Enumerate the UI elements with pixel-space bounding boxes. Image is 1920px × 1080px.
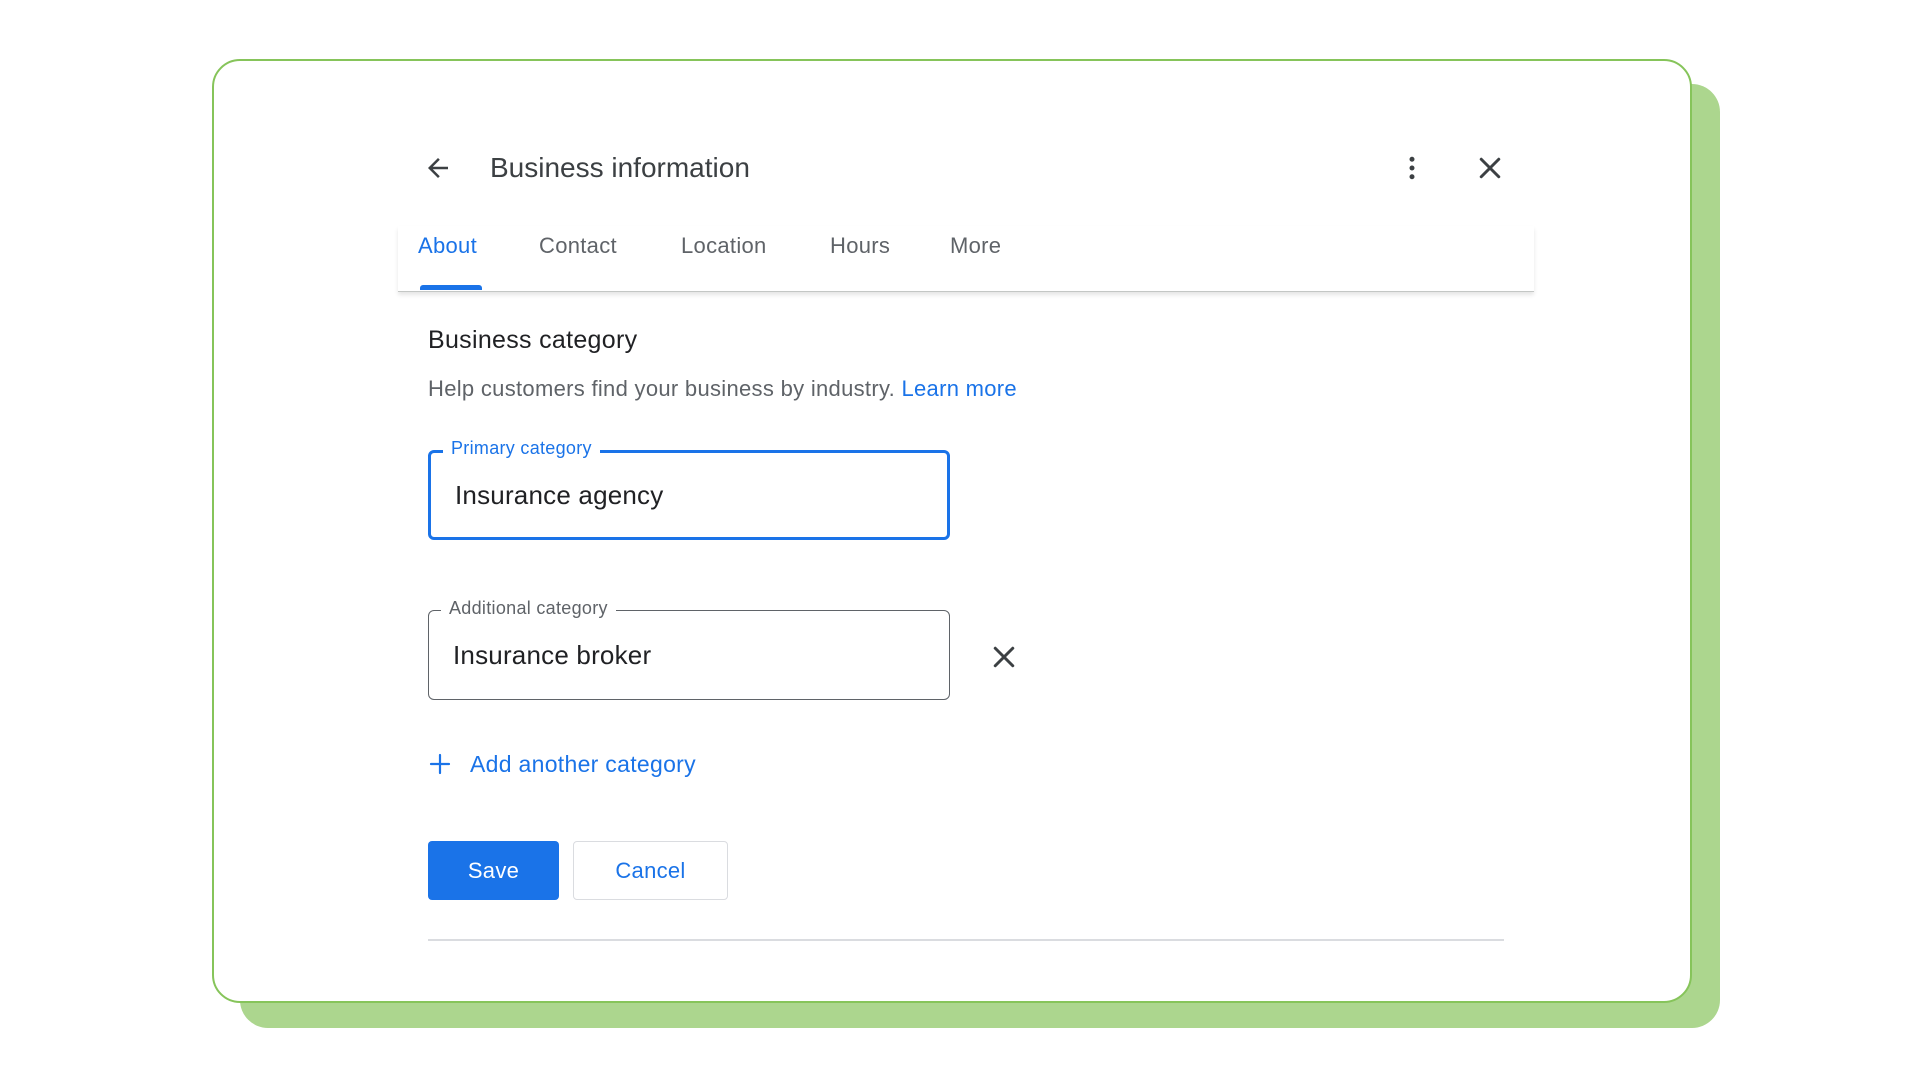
additional-category-field[interactable]: Additional category bbox=[428, 596, 950, 700]
tab-hours[interactable]: Hours bbox=[830, 226, 890, 292]
remove-category-button[interactable] bbox=[980, 633, 1028, 681]
additional-category-input[interactable] bbox=[453, 611, 923, 699]
primary-category-field[interactable]: Primary category bbox=[428, 436, 950, 540]
bottom-divider bbox=[428, 939, 1504, 941]
more-vert-icon bbox=[1409, 156, 1415, 180]
business-information-dialog: Business information About Contact Locat… bbox=[398, 120, 1534, 950]
dialog-title: Business information bbox=[490, 152, 750, 183]
more-options-button[interactable] bbox=[1388, 144, 1436, 192]
help-text: Help customers find your business by ind… bbox=[428, 376, 1017, 402]
close-icon bbox=[993, 646, 1015, 668]
learn-more-link[interactable]: Learn more bbox=[901, 376, 1017, 401]
plus-icon bbox=[428, 752, 452, 776]
help-text-body: Help customers find your business by ind… bbox=[428, 376, 896, 401]
tab-about[interactable]: About bbox=[418, 226, 477, 292]
tab-bar: About Contact Location Hours More bbox=[398, 226, 1534, 292]
tab-more[interactable]: More bbox=[950, 226, 1001, 292]
add-another-category-button[interactable]: Add another category bbox=[428, 742, 696, 786]
cancel-button[interactable]: Cancel bbox=[573, 841, 728, 900]
save-button[interactable]: Save bbox=[428, 841, 559, 900]
primary-category-input[interactable] bbox=[455, 453, 925, 537]
dialog-header: Business information bbox=[398, 120, 1534, 212]
active-tab-indicator bbox=[420, 285, 482, 290]
close-button[interactable] bbox=[1466, 144, 1514, 192]
tab-location[interactable]: Location bbox=[681, 226, 767, 292]
arrow-back-icon bbox=[428, 158, 448, 178]
close-icon bbox=[1479, 157, 1501, 179]
section-title: Business category bbox=[428, 326, 638, 354]
add-another-category-label: Add another category bbox=[470, 750, 696, 777]
tab-contact[interactable]: Contact bbox=[539, 226, 617, 292]
back-button[interactable] bbox=[414, 144, 462, 192]
